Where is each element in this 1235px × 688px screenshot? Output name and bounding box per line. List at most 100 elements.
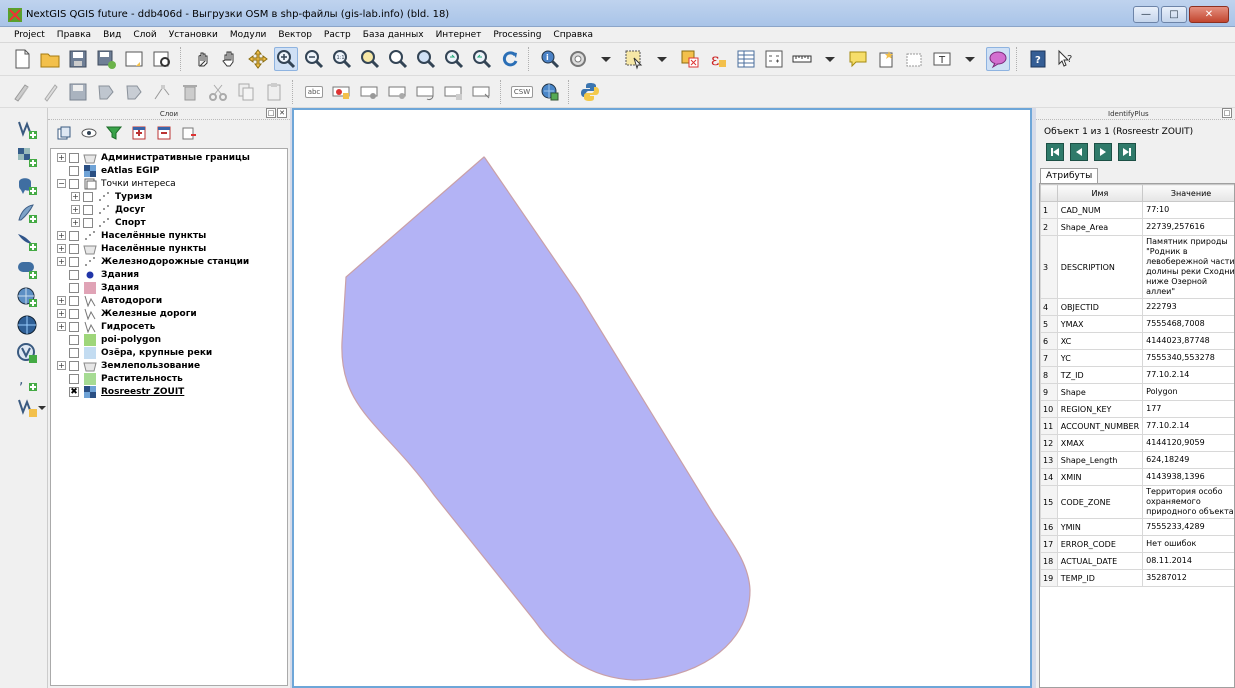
zoom-to-selection-icon[interactable]: [386, 47, 410, 71]
add-mssql-layer-icon[interactable]: [16, 230, 38, 252]
table-row[interactable]: 16 YMIN 7555233,4289: [1040, 518, 1234, 536]
move-label-icon[interactable]: [386, 80, 410, 104]
add-vector-layer-icon[interactable]: [16, 118, 38, 140]
undock-button[interactable]: □: [266, 108, 276, 118]
column-header-name[interactable]: Имя: [1056, 184, 1144, 202]
expand-icon[interactable]: +: [57, 361, 66, 370]
collapse-all-icon[interactable]: [156, 125, 172, 141]
whats-this-icon[interactable]: ?: [1054, 47, 1078, 71]
add-raster-layer-icon[interactable]: [16, 146, 38, 168]
add-wfs-layer-icon[interactable]: [16, 342, 38, 364]
rotate-label-icon[interactable]: [414, 80, 438, 104]
menu-view[interactable]: Вид: [97, 30, 127, 40]
attribute-table-icon[interactable]: [734, 47, 758, 71]
layer-row[interactable]: Растительность: [51, 372, 287, 385]
table-row[interactable]: 11 ACCOUNT_NUMBER 77.10.2.14: [1040, 417, 1234, 435]
menu-raster[interactable]: Растр: [318, 30, 357, 40]
layer-row[interactable]: + Гидросеть: [51, 320, 287, 333]
new-print-composer-icon[interactable]: [122, 47, 146, 71]
table-row[interactable]: 7 YC 7555340,553278: [1040, 349, 1234, 367]
table-row[interactable]: 5 YMAX 7555468,7008: [1040, 315, 1234, 333]
node-tool-icon[interactable]: [150, 80, 174, 104]
add-oracle-layer-icon[interactable]: [16, 258, 38, 280]
layer-visibility-checkbox[interactable]: [69, 152, 79, 163]
menu-vector[interactable]: Вектор: [272, 30, 318, 40]
layer-visibility-checkbox[interactable]: [83, 204, 93, 215]
layer-visibility-checkbox[interactable]: [69, 373, 79, 384]
layer-row[interactable]: + Населённые пункты: [51, 242, 287, 255]
save-project-icon[interactable]: [66, 47, 90, 71]
toggle-editing-icon[interactable]: [38, 80, 62, 104]
column-header-value[interactable]: Значение: [1142, 184, 1234, 202]
table-row[interactable]: 9 Shape Polygon: [1040, 383, 1234, 401]
zoom-full-icon[interactable]: [358, 47, 382, 71]
last-feature-button[interactable]: [1118, 143, 1136, 161]
menu-layer[interactable]: Слой: [127, 30, 162, 40]
table-row[interactable]: 19 TEMP_ID 35287012: [1040, 569, 1234, 587]
identify-features-icon[interactable]: i: [538, 47, 562, 71]
layer-row[interactable]: + Железнодорожные станции: [51, 255, 287, 268]
layer-visibility-checkbox[interactable]: [69, 165, 79, 176]
maximize-button[interactable]: □: [1161, 6, 1187, 23]
select-features-icon[interactable]: [622, 47, 646, 71]
add-spatialite-layer-icon[interactable]: [16, 202, 38, 224]
table-row[interactable]: 10 REGION_KEY 177: [1040, 400, 1234, 418]
tab-attributes[interactable]: Атрибуты: [1040, 168, 1099, 183]
table-row[interactable]: 15 CODE_ZONE Территория особо охраняемого …: [1040, 485, 1234, 519]
menu-settings[interactable]: Установки: [163, 30, 224, 40]
close-panel-button[interactable]: ✕: [277, 108, 287, 118]
table-row[interactable]: 4 OBJECTID 222793: [1040, 298, 1234, 316]
layer-row[interactable]: Здания: [51, 268, 287, 281]
minimize-button[interactable]: —: [1133, 6, 1159, 23]
pan-map-icon[interactable]: [218, 47, 242, 71]
table-row[interactable]: 17 ERROR_CODE Нет ошибок: [1040, 535, 1234, 553]
new-bookmark-icon[interactable]: [874, 47, 898, 71]
expand-icon[interactable]: +: [57, 231, 66, 240]
layer-visibility-checkbox[interactable]: [83, 217, 93, 228]
close-button[interactable]: ✕: [1189, 6, 1229, 23]
table-row[interactable]: 14 XMIN 4143938,1396: [1040, 468, 1234, 486]
zoom-out-icon[interactable]: [302, 47, 326, 71]
show-hide-labels-icon[interactable]: [358, 80, 382, 104]
new-project-icon[interactable]: [10, 47, 34, 71]
layer-row[interactable]: + Населённые пункты: [51, 229, 287, 242]
deselect-all-icon[interactable]: [678, 47, 702, 71]
expand-all-icon[interactable]: [131, 125, 147, 141]
touch-pan-icon[interactable]: [190, 47, 214, 71]
undock-button[interactable]: □: [1222, 108, 1232, 118]
layer-row[interactable]: + Землепользование: [51, 359, 287, 372]
menu-database[interactable]: База данных: [357, 30, 430, 40]
layer-visibility-checkbox[interactable]: [69, 334, 79, 345]
manage-visibility-icon[interactable]: [81, 125, 97, 141]
label-properties-icon[interactable]: [470, 80, 494, 104]
menu-project[interactable]: Project: [8, 30, 51, 40]
table-row[interactable]: 2 Shape_Area 22739,257616: [1040, 218, 1234, 236]
layer-visibility-checkbox[interactable]: [69, 282, 79, 293]
delete-selected-icon[interactable]: [178, 80, 202, 104]
table-row[interactable]: 6 XC 4144023,87748: [1040, 332, 1234, 350]
zoom-next-icon[interactable]: [470, 47, 494, 71]
zouit-polygon[interactable]: [341, 156, 751, 681]
composer-manager-icon[interactable]: [150, 47, 174, 71]
paste-features-icon[interactable]: [262, 80, 286, 104]
map-canvas[interactable]: [292, 108, 1032, 688]
layer-row[interactable]: ✖ Rosreestr ZOUIT: [51, 385, 287, 398]
layer-visibility-checkbox[interactable]: [69, 360, 79, 371]
move-feature-icon[interactable]: [122, 80, 146, 104]
layer-row[interactable]: eAtlas EGIP: [51, 164, 287, 177]
filter-legend-icon[interactable]: [106, 125, 122, 141]
layer-row[interactable]: + Досуг: [51, 203, 287, 216]
add-wms-layer-icon[interactable]: [16, 286, 38, 308]
layer-visibility-checkbox[interactable]: [69, 295, 79, 306]
remove-layer-icon[interactable]: [181, 125, 197, 141]
layer-visibility-checkbox[interactable]: [69, 256, 79, 267]
current-edits-icon[interactable]: [10, 80, 34, 104]
metasearch-icon[interactable]: [538, 80, 562, 104]
layer-visibility-checkbox[interactable]: [69, 347, 79, 358]
layer-row[interactable]: Озёра, крупные реки: [51, 346, 287, 359]
layer-row[interactable]: − Точки интереса: [51, 177, 287, 190]
layer-row[interactable]: + Автодороги: [51, 294, 287, 307]
zoom-to-layer-icon[interactable]: [414, 47, 438, 71]
add-group-icon[interactable]: [56, 125, 72, 141]
add-postgis-layer-icon[interactable]: [16, 174, 38, 196]
